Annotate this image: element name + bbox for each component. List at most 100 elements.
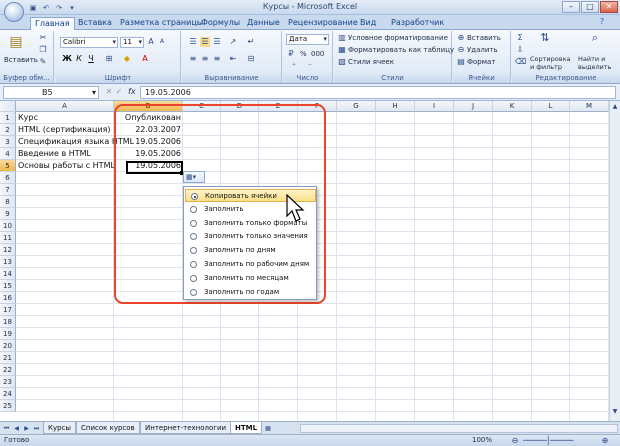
conditional-formatting-icon[interactable]: ▥ — [337, 33, 347, 43]
row-header[interactable]: 5 — [0, 160, 16, 172]
underline-icon[interactable]: Ч — [86, 54, 96, 64]
radio-icon[interactable] — [190, 274, 197, 282]
last-sheet-icon[interactable]: ⏭ — [32, 424, 41, 433]
row-header[interactable]: 7 — [0, 184, 16, 196]
align-top-icon[interactable]: ☰ — [188, 37, 198, 47]
grow-font-icon[interactable]: A — [146, 37, 156, 47]
cell-a4[interactable]: Введение в HTML — [18, 148, 91, 160]
font-color-icon[interactable]: A — [140, 54, 150, 64]
enter-icon[interactable]: ✓ — [114, 87, 124, 97]
cell-styles-icon[interactable]: ▧ — [337, 57, 347, 67]
radio-icon[interactable] — [191, 193, 198, 200]
italic-icon[interactable]: К — [74, 54, 84, 64]
increase-decimal-icon[interactable]: ⁺ — [289, 61, 299, 71]
conditional-formatting-button[interactable]: Условное форматирование — [348, 33, 448, 43]
next-sheet-icon[interactable]: ▶ — [22, 424, 31, 433]
sheet-tab-internet-tech[interactable]: Интернет-технологии — [140, 422, 232, 434]
autofill-icon[interactable]: ▦▾ — [186, 173, 196, 181]
insert-function-button[interactable]: fx — [128, 87, 136, 96]
font-size-select[interactable]: 11 — [120, 37, 144, 48]
cell-styles-button[interactable]: Стили ячеек — [348, 57, 394, 67]
vertical-scrollbar[interactable]: ▲ ▼ — [609, 101, 620, 421]
zoom-out-icon[interactable]: ⊖ — [510, 436, 520, 446]
row-header[interactable]: 25 — [0, 400, 16, 412]
minimize-button[interactable]: – — [562, 1, 580, 13]
column-header[interactable]: H — [376, 101, 415, 112]
format-as-table-button[interactable]: Форматировать как таблицу — [348, 45, 454, 55]
autosum-icon[interactable]: Σ — [515, 33, 525, 43]
cell-a5[interactable]: Основы работы с HTML — [18, 160, 115, 172]
column-header[interactable]: J — [454, 101, 493, 112]
decrease-decimal-icon[interactable]: ⁻ — [305, 61, 315, 71]
worksheet-grid[interactable]: A B C D E F G H I J K L M 1 2 3 4 5 6 7 8 9 10 11 12 13 14 15 16 17 18… — [0, 101, 620, 421]
column-header[interactable]: K — [493, 101, 532, 112]
align-bottom-icon[interactable]: ☰ — [212, 37, 222, 47]
merge-icon[interactable]: ⊟ — [246, 54, 256, 64]
row-header[interactable]: 15 — [0, 280, 16, 292]
align-left-icon[interactable]: ≡ — [188, 54, 198, 64]
first-sheet-icon[interactable]: ⏮ — [2, 424, 11, 433]
indent-icon[interactable]: ⇤ — [228, 54, 238, 64]
row-header[interactable]: 24 — [0, 388, 16, 400]
format-cells-button[interactable]: Формат — [467, 57, 495, 67]
tab-insert[interactable]: Вставка — [74, 17, 116, 30]
bold-icon[interactable]: Ж — [62, 54, 72, 64]
row-header[interactable]: 22 — [0, 364, 16, 376]
row-header[interactable]: 14 — [0, 268, 16, 280]
autofill-menu-item[interactable]: Заполнить по годам — [185, 286, 316, 299]
tab-formulas[interactable]: Формулы — [197, 17, 244, 30]
tab-developer[interactable]: Разработчик — [387, 17, 448, 30]
scroll-down-icon[interactable]: ▼ — [610, 407, 620, 417]
autofill-menu-item[interactable]: Заполнить только значения — [185, 230, 316, 243]
column-header[interactable]: G — [337, 101, 376, 112]
row-header[interactable]: 20 — [0, 340, 16, 352]
row-header[interactable]: 1 — [0, 112, 16, 124]
tab-view[interactable]: Вид — [356, 17, 380, 30]
row-header[interactable]: 21 — [0, 352, 16, 364]
sort-filter-button[interactable]: Сортировка и фильтр — [530, 55, 571, 71]
maximize-button[interactable]: □ — [581, 1, 599, 13]
sheet-tab-courses[interactable]: Курсы — [43, 422, 76, 434]
currency-icon[interactable]: ₽ — [286, 49, 296, 59]
row-header[interactable]: 12 — [0, 244, 16, 256]
formula-input[interactable]: 19.05.2006 — [140, 86, 616, 99]
cut-icon[interactable]: ✂ — [38, 33, 48, 43]
sheet-tab-course-list[interactable]: Список курсов — [76, 422, 140, 434]
insert-sheet-icon[interactable]: ▦ — [262, 424, 274, 433]
office-button[interactable] — [4, 2, 24, 22]
borders-icon[interactable]: ⊞ — [104, 54, 114, 64]
find-select-button[interactable]: Найти и выделить — [578, 55, 618, 71]
row-header[interactable]: 23 — [0, 376, 16, 388]
autofill-options-button[interactable]: ▦▾ — [183, 171, 205, 183]
thousands-button[interactable]: 000 — [311, 49, 324, 59]
radio-icon[interactable] — [190, 205, 197, 213]
percent-button[interactable]: % — [300, 49, 307, 59]
copy-icon[interactable]: ❐ — [38, 45, 48, 55]
cell-a2[interactable]: HTML (сертификация) — [18, 124, 111, 136]
format-painter-icon[interactable]: ✎ — [38, 57, 48, 67]
autofill-menu-item[interactable]: Заполнить по месяцам — [185, 272, 316, 285]
row-header[interactable]: 6 — [0, 172, 16, 184]
column-header[interactable]: M — [570, 101, 609, 112]
delete-cells-icon[interactable]: ⊖ — [456, 45, 466, 55]
scroll-up-icon[interactable]: ▲ — [610, 102, 620, 112]
fill-color-icon[interactable]: ◆ — [122, 54, 132, 64]
column-header[interactable]: L — [532, 101, 570, 112]
font-name-select[interactable]: Calibri — [60, 37, 118, 48]
fill-icon[interactable]: ⇩ — [515, 45, 525, 55]
number-format-select[interactable]: Дата — [286, 34, 329, 45]
format-as-table-icon[interactable]: ▦ — [337, 45, 347, 55]
wrap-text-icon[interactable]: ↵ — [246, 37, 256, 47]
zoom-slider[interactable]: ──────│────── — [523, 436, 593, 446]
row-header[interactable]: 19 — [0, 328, 16, 340]
name-box[interactable]: B5 — [3, 86, 99, 99]
close-button[interactable]: ✕ — [600, 1, 618, 13]
tab-home[interactable]: Главная — [30, 17, 75, 30]
prev-sheet-icon[interactable]: ◀ — [12, 424, 21, 433]
horizontal-scrollbar[interactable] — [300, 424, 618, 433]
row-header[interactable]: 2 — [0, 124, 16, 136]
column-header[interactable]: A — [16, 101, 114, 112]
zoom-level[interactable]: 100% — [472, 436, 492, 444]
tab-page-layout[interactable]: Разметка страницы — [116, 17, 207, 30]
zoom-in-icon[interactable]: ⊕ — [600, 436, 610, 446]
